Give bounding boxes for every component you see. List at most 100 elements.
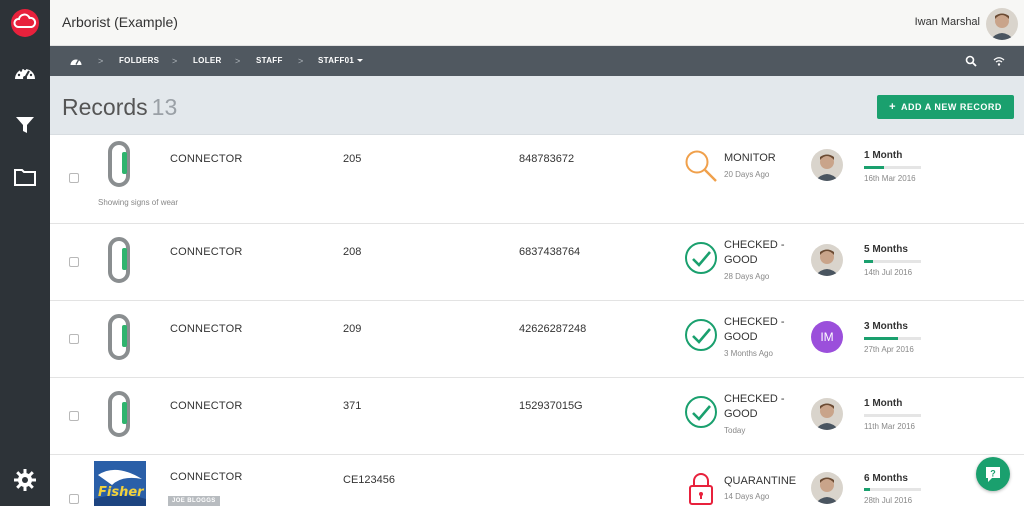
breadcrumb-loler[interactable]: LOLER xyxy=(193,46,222,76)
progress-fill xyxy=(864,488,870,491)
assigned-person-tag[interactable]: JOE BLOGGS xyxy=(168,496,220,506)
breadcrumb-separator: > xyxy=(235,56,241,66)
interval-progress xyxy=(864,337,921,340)
interval-progress xyxy=(864,260,921,263)
breadcrumb-folders[interactable]: FOLDERS xyxy=(119,46,159,76)
record-serial: 848783672 xyxy=(519,153,575,165)
record-date: 28th Jul 2016 xyxy=(864,496,913,505)
assignee-avatar[interactable] xyxy=(811,398,843,430)
sidebar xyxy=(0,0,50,506)
check-circle-icon xyxy=(685,242,717,274)
wifi-icon[interactable] xyxy=(993,55,1005,67)
padlock-icon xyxy=(689,473,713,505)
record-interval: 6 Months xyxy=(864,473,908,484)
help-bubble-icon: ? xyxy=(986,467,1000,482)
record-code: 209 xyxy=(343,323,362,335)
progress-fill xyxy=(864,337,899,340)
table-row[interactable]: CONNECTOR 208 6837438764 CHECKED - GOOD 2… xyxy=(50,224,1024,301)
breadcrumb: > FOLDERS > LOLER > STAFF > STAFF01 xyxy=(50,46,1024,76)
progress-fill xyxy=(864,260,873,263)
interval-progress xyxy=(864,414,921,417)
breadcrumb-separator: > xyxy=(172,56,178,66)
progress-fill xyxy=(864,166,884,169)
status-line: CHECKED - xyxy=(724,239,785,251)
table-row[interactable]: Showing signs of wear CONNECTOR 205 8487… xyxy=(50,135,1024,224)
record-code: 205 xyxy=(343,153,362,165)
carabiner-icon xyxy=(108,391,130,437)
record-status: CHECKED - GOOD xyxy=(724,238,794,268)
app-title: Arborist (Example) xyxy=(62,14,178,30)
record-ago: Today xyxy=(724,426,746,435)
caret-down-icon xyxy=(357,59,364,63)
folder-icon[interactable] xyxy=(12,164,38,190)
top-header: Arborist (Example) Iwan Marshal xyxy=(50,0,1024,46)
assignee-avatar[interactable] xyxy=(811,149,843,181)
record-code: CE123456 xyxy=(343,474,395,486)
record-code: 371 xyxy=(343,400,362,412)
search-icon[interactable] xyxy=(965,55,977,67)
user-name[interactable]: Iwan Marshal xyxy=(915,16,980,28)
status-line: CHECKED - xyxy=(724,316,785,328)
table-row[interactable]: Fisher JOE BLOGGS CONNECTOR CE123456 QUA… xyxy=(50,455,1024,506)
assignee-avatar[interactable] xyxy=(811,244,843,276)
record-ago: 14 Days Ago xyxy=(724,492,770,501)
record-status: CHECKED - GOOD xyxy=(724,392,794,422)
record-name: CONNECTOR xyxy=(170,153,243,165)
record-serial: 6837438764 xyxy=(519,246,581,258)
svg-text:?: ? xyxy=(990,469,996,479)
carabiner-icon xyxy=(108,141,130,187)
record-date: 27th Apr 2016 xyxy=(864,345,914,354)
interval-progress xyxy=(864,488,921,491)
record-ago: 28 Days Ago xyxy=(724,272,770,281)
gear-icon[interactable] xyxy=(13,468,37,492)
page-header: Records 13 + ADD A NEW RECORD xyxy=(50,76,1024,135)
fisher-logo-text: Fisher xyxy=(98,485,144,500)
record-count: 13 xyxy=(151,94,178,120)
breadcrumb-staff01-dropdown[interactable]: STAFF01 xyxy=(318,46,364,76)
cloud-logo-icon[interactable] xyxy=(9,8,41,38)
user-avatar[interactable] xyxy=(986,8,1018,40)
record-ago: 20 Days Ago xyxy=(724,170,770,179)
add-record-button[interactable]: + ADD A NEW RECORD xyxy=(877,95,1014,119)
help-chat-button[interactable]: ? xyxy=(976,457,1010,491)
magnifier-icon xyxy=(685,150,717,182)
row-checkbox[interactable] xyxy=(69,411,79,421)
breadcrumb-staff01-label: STAFF01 xyxy=(318,56,355,65)
record-ago: 3 Months Ago xyxy=(724,349,773,358)
carabiner-icon xyxy=(108,237,130,283)
breadcrumb-staff[interactable]: STAFF xyxy=(256,46,283,76)
record-date: 16th Mar 2016 xyxy=(864,174,916,183)
row-checkbox[interactable] xyxy=(69,173,79,183)
records-list: Showing signs of wear CONNECTOR 205 8487… xyxy=(50,135,1024,506)
check-circle-icon xyxy=(685,319,717,351)
filter-funnel-icon[interactable] xyxy=(12,112,38,138)
page-title-text: Records xyxy=(62,94,148,120)
fisher-product-image: Fisher xyxy=(94,461,146,506)
record-status: QUARANTINE xyxy=(724,475,797,487)
status-line: GOOD xyxy=(724,254,758,266)
record-interval: 3 Months xyxy=(864,321,908,332)
record-note: Showing signs of wear xyxy=(98,198,179,207)
status-line: GOOD xyxy=(724,408,758,420)
check-circle-icon xyxy=(685,396,717,428)
status-line: CHECKED - xyxy=(724,393,785,405)
interval-progress xyxy=(864,166,921,169)
row-checkbox[interactable] xyxy=(69,334,79,344)
record-name: CONNECTOR xyxy=(170,400,243,412)
dashboard-gauge-icon[interactable] xyxy=(12,60,38,86)
table-row[interactable]: CONNECTOR 371 152937015G CHECKED - GOOD T… xyxy=(50,378,1024,455)
row-checkbox[interactable] xyxy=(69,257,79,267)
assignee-initials-avatar[interactable]: IM xyxy=(811,321,843,353)
status-line: GOOD xyxy=(724,331,758,343)
record-name: CONNECTOR xyxy=(170,323,243,335)
dashboard-home-icon[interactable] xyxy=(70,56,82,66)
record-code: 208 xyxy=(343,246,362,258)
record-status: CHECKED - GOOD xyxy=(724,315,794,345)
breadcrumb-separator: > xyxy=(298,56,304,66)
plus-icon: + xyxy=(889,101,897,113)
row-checkbox[interactable] xyxy=(69,494,79,504)
record-date: 14th Jul 2016 xyxy=(864,268,913,277)
assignee-avatar[interactable] xyxy=(811,472,843,504)
table-row[interactable]: CONNECTOR 209 42626287248 CHECKED - GOOD … xyxy=(50,301,1024,378)
breadcrumb-separator: > xyxy=(98,56,104,66)
